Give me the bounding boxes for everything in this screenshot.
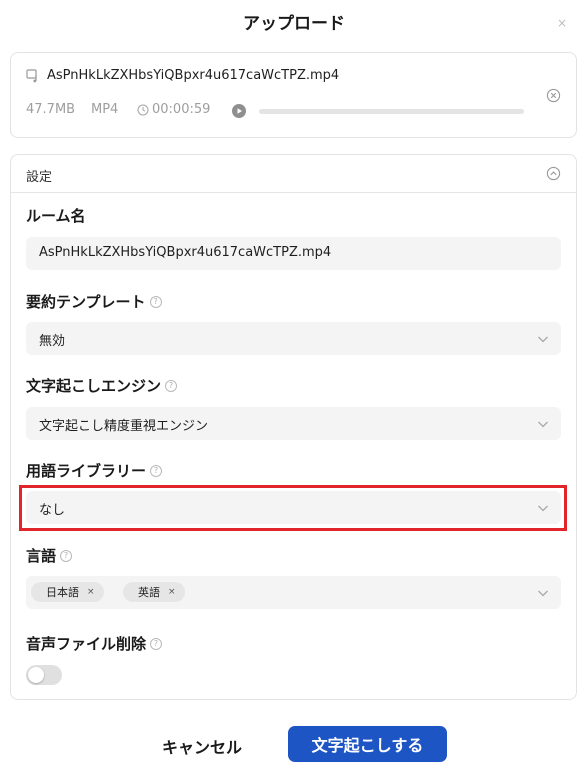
language-tag-label: 英語: [138, 586, 160, 599]
file-card: AsPnHkLkZXHbsYiQBpxr4u617caWcTPZ.mp4 47.…: [10, 52, 577, 138]
transcription-engine-select[interactable]: 文字起こし精度重視エンジン: [26, 407, 561, 440]
transcription-engine-label-text: 文字起こしエンジン: [26, 377, 162, 395]
file-name: AsPnHkLkZXHbsYiQBpxr4u617caWcTPZ.mp4: [47, 68, 340, 83]
help-icon[interactable]: ?: [150, 637, 163, 650]
help-icon[interactable]: ?: [60, 549, 73, 562]
dialog-title: アップロード: [243, 14, 345, 34]
language-tag-label: 日本語: [46, 586, 79, 599]
language-label: 言語 ?: [26, 545, 73, 566]
settings-panel: 設定 ルーム名 AsPnHkLkZXHbsYiQBpxr4u617caWcTPZ…: [10, 154, 577, 700]
room-name-label: ルーム名: [26, 205, 86, 226]
room-name-label-text: ルーム名: [26, 207, 86, 225]
file-audio-icon: [26, 69, 37, 83]
language-label-text: 言語: [26, 547, 57, 565]
help-icon[interactable]: ?: [149, 295, 162, 308]
file-format: MP4: [91, 102, 119, 117]
clock-icon: [137, 104, 149, 116]
language-tag: 日本語 ×: [31, 582, 104, 602]
language-multiselect[interactable]: 日本語 × 英語 ×: [26, 576, 561, 609]
tag-remove-icon[interactable]: ×: [87, 587, 95, 597]
summary-template-label-text: 要約テンプレート: [26, 293, 146, 311]
file-duration: 00:00:59: [152, 102, 211, 117]
delete-audio-label-text: 音声ファイル削除: [26, 635, 147, 653]
playback-progress-bar[interactable]: [259, 109, 524, 114]
chevron-down-icon: [538, 336, 548, 343]
cancel-button[interactable]: キャンセル: [150, 734, 254, 757]
delete-audio-label: 音声ファイル削除 ?: [26, 633, 163, 654]
file-size: 47.7MB: [26, 102, 76, 117]
summary-template-value: 無効: [39, 334, 66, 349]
transcribe-button[interactable]: 文字起こしする: [288, 726, 447, 762]
room-name-value: AsPnHkLkZXHbsYiQBpxr4u617caWcTPZ.mp4: [39, 245, 332, 260]
transcription-engine-value: 文字起こし精度重視エンジン: [39, 419, 209, 434]
toggle-knob: [28, 667, 44, 683]
glossary-label-text: 用語ライブラリー: [26, 462, 147, 480]
transcription-engine-label: 文字起こしエンジン ?: [26, 375, 178, 396]
help-icon[interactable]: ?: [165, 379, 178, 392]
glossary-label: 用語ライブラリー ?: [26, 460, 163, 481]
language-tag: 英語 ×: [123, 582, 185, 602]
summary-template-select[interactable]: 無効: [26, 322, 561, 355]
glossary-highlight-box: [19, 485, 567, 531]
room-name-input[interactable]: AsPnHkLkZXHbsYiQBpxr4u617caWcTPZ.mp4: [26, 237, 561, 270]
remove-circle-icon[interactable]: [546, 88, 561, 103]
help-icon[interactable]: ?: [150, 464, 163, 477]
summary-template-label: 要約テンプレート ?: [26, 291, 162, 312]
settings-title: 設定: [26, 170, 53, 185]
close-dialog-button[interactable]: ×: [557, 16, 567, 30]
play-icon[interactable]: [232, 104, 246, 118]
chevron-down-icon: [538, 590, 548, 597]
delete-audio-toggle[interactable]: [26, 665, 62, 685]
tag-remove-icon[interactable]: ×: [168, 587, 176, 597]
chevron-down-icon: [538, 421, 548, 428]
chevron-up-icon[interactable]: [546, 166, 561, 181]
settings-header[interactable]: 設定: [11, 155, 576, 193]
